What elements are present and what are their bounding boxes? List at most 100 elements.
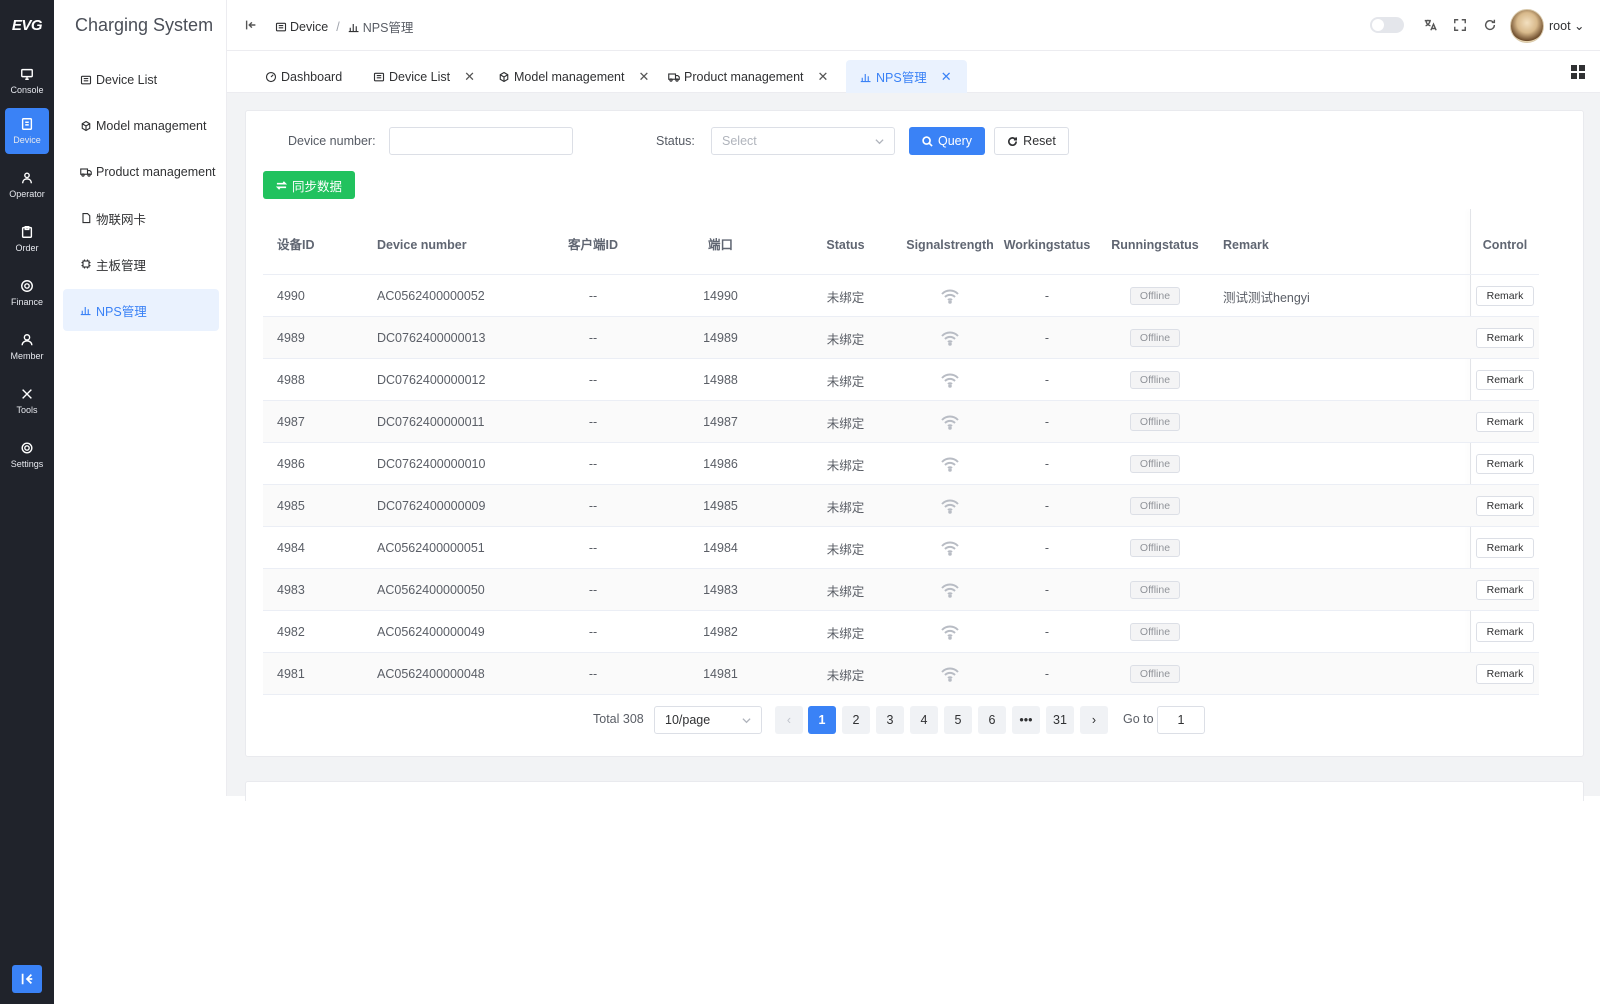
cell-port: 14983 <box>703 583 738 597</box>
cell-client-id: -- <box>588 457 598 471</box>
chevron-down-icon: ⌄ <box>1570 19 1585 33</box>
tab-device-list[interactable]: Device List ✕ <box>359 60 489 93</box>
user-menu[interactable]: root ⌄ <box>1549 18 1585 33</box>
theme-toggle[interactable] <box>1370 17 1404 33</box>
submenu-item-iot-card[interactable]: 物联网卡 <box>63 197 219 239</box>
page-button-4[interactable]: 4 <box>910 706 938 734</box>
cell-signal <box>910 485 990 527</box>
rail-item-tools[interactable]: Tools <box>5 378 49 424</box>
rail-item-device[interactable]: Device <box>5 108 49 154</box>
close-icon[interactable]: ✕ <box>464 69 475 85</box>
rail-item-settings[interactable]: Settings <box>5 432 49 478</box>
page-button-3[interactable]: 3 <box>876 706 904 734</box>
cell-port: 14990 <box>703 289 738 303</box>
rail-item-operator[interactable]: Operator <box>5 162 49 208</box>
cell-client-id: -- <box>588 415 598 429</box>
device-number-label: Device number: <box>288 134 376 148</box>
collapse-menu-icon[interactable] <box>244 18 258 32</box>
tab-model-management[interactable]: Model management ✕ <box>484 60 663 93</box>
page-button-5[interactable]: 5 <box>944 706 972 734</box>
tab-dashboard[interactable]: Dashboard <box>251 60 356 93</box>
remark-button[interactable]: Remark <box>1475 622 1535 642</box>
user-name: root <box>1549 19 1571 33</box>
rail-item-console[interactable]: Console <box>5 58 49 104</box>
cell-control: Remark <box>1471 275 1539 317</box>
rail-item-label: Finance <box>10 297 44 307</box>
reset-button[interactable]: Reset <box>994 127 1069 155</box>
remark-button[interactable]: Remark <box>1475 286 1535 306</box>
th-device-number: Device number <box>377 237 467 252</box>
breadcrumb-separator: / <box>336 19 340 34</box>
remark-button[interactable]: Remark <box>1475 328 1535 348</box>
cell-signal <box>910 275 990 317</box>
remark-button[interactable]: Remark <box>1475 538 1535 558</box>
tab-product-management[interactable]: Product management ✕ <box>654 60 842 93</box>
cell-signal <box>910 611 990 653</box>
prev-page-button[interactable]: ‹ <box>775 706 803 734</box>
avatar[interactable] <box>1510 9 1544 43</box>
remark-button[interactable]: Remark <box>1475 580 1535 600</box>
monitor-icon <box>21 68 33 80</box>
page-button-6[interactable]: 6 <box>978 706 1006 734</box>
cell-device-number: AC0562400000049 <box>377 625 485 639</box>
wifi-signal-icon <box>941 499 959 514</box>
remark-button[interactable]: Remark <box>1475 370 1535 390</box>
remark-button[interactable]: Remark <box>1475 412 1535 432</box>
page-button-1[interactable]: 1 <box>808 706 836 734</box>
collapse-sidebar-button[interactable] <box>12 965 42 993</box>
fullscreen-icon[interactable] <box>1453 18 1467 32</box>
tab-nps[interactable]: NPS管理 ✕ <box>846 60 967 93</box>
cell-status: 未绑定 <box>826 374 865 389</box>
submenu-item-label: NPS管理 <box>96 304 147 319</box>
cell-client-id: -- <box>588 499 598 513</box>
device-icon <box>275 22 287 31</box>
page-button-31[interactable]: 31 <box>1046 706 1074 734</box>
cell-device-number: DC0762400000009 <box>377 499 486 513</box>
cell-running-status: Offline <box>1115 443 1195 485</box>
submenu-item-device-list[interactable]: Device List <box>63 59 219 101</box>
remark-button[interactable]: Remark <box>1475 496 1535 516</box>
sync-data-button[interactable]: 同步数据 <box>263 171 355 199</box>
dashboard-icon <box>265 71 277 82</box>
rail-item-label: Operator <box>9 189 45 199</box>
rail-item-finance[interactable]: Finance <box>5 270 49 316</box>
page-size-select[interactable]: 10/page <box>654 706 762 734</box>
translate-icon[interactable] <box>1423 18 1437 32</box>
grid-icon[interactable] <box>1571 65 1585 79</box>
cell-signal <box>910 569 990 611</box>
cell-device-number: AC0562400000052 <box>377 289 485 303</box>
refresh-icon[interactable] <box>1483 18 1497 32</box>
close-icon[interactable]: ✕ <box>638 69 649 85</box>
breadcrumb-item-device[interactable]: Device <box>290 20 328 34</box>
chevron-down-icon <box>742 718 751 724</box>
goto-page-input[interactable]: 1 <box>1157 706 1205 734</box>
submenu-item-mainboard[interactable]: 主板管理 <box>63 243 219 285</box>
cell-running-status: Offline <box>1115 359 1195 401</box>
status-badge: Offline <box>1129 539 1181 557</box>
cell-control: Remark <box>1471 443 1539 485</box>
remark-button[interactable]: Remark <box>1475 454 1535 474</box>
swap-icon <box>275 180 287 190</box>
remark-button[interactable]: Remark <box>1475 664 1535 684</box>
page-button-2[interactable]: 2 <box>842 706 870 734</box>
submenu-panel: Charging System Device List Model manage… <box>54 0 227 796</box>
close-icon[interactable]: ✕ <box>818 69 829 85</box>
rail-item-order[interactable]: Order <box>5 216 49 262</box>
submenu-item-nps[interactable]: NPS管理 <box>63 289 219 331</box>
cell-port: 14982 <box>703 625 738 639</box>
secondary-card <box>245 781 1584 801</box>
cell-port: 14984 <box>703 541 738 555</box>
submenu-item-product-management[interactable]: Product management <box>63 151 219 193</box>
rail-item-member[interactable]: Member <box>5 324 49 370</box>
close-icon[interactable]: ✕ <box>941 69 952 85</box>
page-ellipsis-button[interactable]: ••• <box>1012 706 1040 734</box>
next-page-button[interactable]: › <box>1080 706 1108 734</box>
query-button[interactable]: Query <box>909 127 985 155</box>
status-select[interactable]: Select <box>711 127 895 155</box>
submenu-item-model-management[interactable]: Model management <box>63 105 219 147</box>
device-number-input[interactable] <box>389 127 573 155</box>
cell-working-status: - <box>1044 541 1050 555</box>
table-row: 4988 DC0762400000012 -- 14988 未绑定 - Offline Rem… <box>263 359 1539 401</box>
breadcrumb-item-current: NPS管理 <box>348 17 413 36</box>
status-badge: Offline <box>1129 665 1181 683</box>
